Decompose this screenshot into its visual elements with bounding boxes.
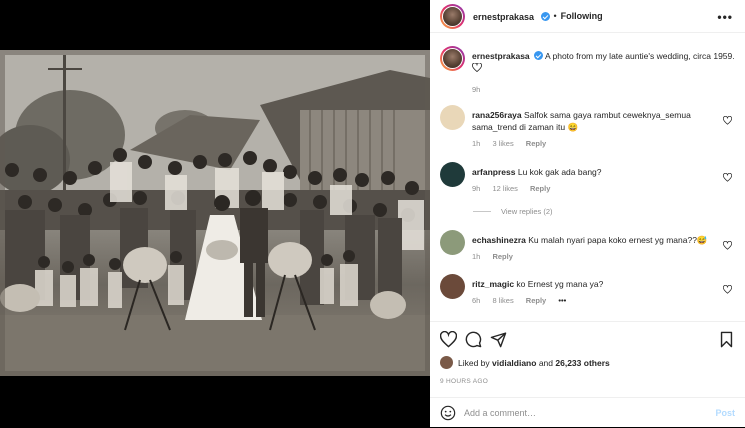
caption-avatar[interactable] bbox=[440, 46, 465, 71]
post-side-panel: ernestprakasa • Following ••• ernestprak… bbox=[430, 0, 745, 427]
comment-meta: 6h 8 likes Reply ••• bbox=[472, 295, 722, 307]
more-options-icon[interactable]: ••• bbox=[717, 10, 733, 24]
verified-badge-icon bbox=[540, 12, 550, 21]
liked-by-others[interactable]: 26,233 others bbox=[555, 358, 609, 368]
view-replies-label: View replies (2) bbox=[501, 207, 553, 216]
comment-time: 6h bbox=[472, 296, 481, 305]
like-comment-heart-icon[interactable] bbox=[723, 116, 732, 125]
caption-body: ernestprakasa A photo from my late aunti… bbox=[472, 50, 737, 96]
liked-by-user[interactable]: vidialdiano bbox=[492, 358, 536, 368]
post-timestamp[interactable]: 9 HOURS AGO bbox=[440, 378, 488, 385]
comment-icon[interactable] bbox=[465, 331, 482, 348]
comment-input[interactable] bbox=[464, 408, 684, 418]
commenter-avatar[interactable] bbox=[440, 105, 465, 130]
post-actions: Liked by vidialdiano and 26,233 others 9… bbox=[430, 321, 745, 427]
liked-by-and: and bbox=[538, 357, 554, 368]
author-name-wrap: ernestprakasa bbox=[473, 7, 550, 25]
comment-username[interactable]: echashinezra bbox=[472, 235, 526, 245]
comment-likes[interactable]: 12 likes bbox=[492, 184, 517, 193]
caption-meta: 9h bbox=[472, 84, 737, 96]
comment-body: ritz_magic ko Ernest yg mana ya? 6h 8 li… bbox=[472, 278, 722, 307]
post-comment-button[interactable]: Post bbox=[715, 408, 735, 418]
caption-username[interactable]: ernestprakasa bbox=[472, 51, 530, 61]
comment-username[interactable]: ritz_magic bbox=[472, 279, 514, 289]
comment-text: Lu kok gak ada bang? bbox=[517, 167, 602, 177]
header-separator: • bbox=[553, 11, 557, 21]
commenter-avatar[interactable] bbox=[440, 274, 465, 299]
heart-icon[interactable] bbox=[440, 331, 457, 348]
comment-body: echashinezra Ku malah nyari papa koko er… bbox=[472, 234, 722, 263]
reply-button[interactable]: Reply bbox=[530, 184, 550, 193]
comment-meta: 1h Reply bbox=[472, 251, 722, 263]
reply-button[interactable]: Reply bbox=[526, 296, 546, 305]
heart-outline-icon bbox=[472, 62, 482, 73]
comment-body: rana256raya Salfok sama gaya rambut cewe… bbox=[472, 109, 722, 150]
share-icon[interactable] bbox=[490, 331, 507, 348]
comment-username[interactable]: arfanpress bbox=[472, 167, 515, 177]
comment-time: 1h bbox=[472, 252, 481, 261]
comment-time: 9h bbox=[472, 184, 481, 193]
comment-meta: 1h 3 likes Reply bbox=[472, 138, 722, 150]
liked-by: Liked by vidialdiano and 26,233 others bbox=[440, 356, 610, 369]
comment-text: Ku malah nyari papa koko ernest yg mana?… bbox=[528, 235, 708, 245]
caption-time: 9h bbox=[472, 85, 481, 94]
caption-text: A photo from my late auntie's wedding, c… bbox=[544, 51, 735, 61]
comment-text: ko Ernest yg mana ya? bbox=[516, 279, 604, 289]
following-button[interactable]: Following bbox=[561, 11, 603, 21]
bookmark-icon[interactable] bbox=[718, 331, 735, 348]
comment-likes[interactable]: 8 likes bbox=[492, 296, 513, 305]
author-username[interactable]: ernestprakasa bbox=[473, 12, 534, 22]
comment-time: 1h bbox=[472, 139, 481, 148]
post-media bbox=[0, 0, 430, 427]
post-header: ernestprakasa • Following ••• bbox=[430, 0, 745, 33]
like-comment-heart-icon[interactable] bbox=[723, 285, 732, 294]
liked-by-avatar[interactable] bbox=[440, 356, 453, 369]
reply-button[interactable]: Reply bbox=[526, 139, 546, 148]
like-comment-heart-icon[interactable] bbox=[723, 241, 732, 250]
commenter-avatar[interactable] bbox=[440, 230, 465, 255]
wedding-photo-drawing bbox=[0, 50, 430, 376]
commenter-avatar[interactable] bbox=[440, 162, 465, 187]
comment-options-icon[interactable]: ••• bbox=[558, 296, 566, 305]
comment-username[interactable]: rana256raya bbox=[472, 110, 522, 120]
verified-badge-icon bbox=[534, 51, 544, 60]
comment-likes[interactable]: 3 likes bbox=[492, 139, 513, 148]
view-replies-line bbox=[473, 211, 491, 212]
like-comment-heart-icon[interactable] bbox=[723, 173, 732, 182]
view-replies-button[interactable]: View replies (2) bbox=[473, 207, 553, 216]
comment-meta: 9h 12 likes Reply bbox=[472, 183, 722, 195]
reply-button[interactable]: Reply bbox=[492, 252, 512, 261]
wedding-photo[interactable] bbox=[0, 50, 430, 376]
author-avatar[interactable] bbox=[440, 3, 465, 29]
add-comment-bar: Post bbox=[430, 397, 745, 428]
post-modal: ernestprakasa • Following ••• ernestprak… bbox=[0, 0, 745, 427]
smiley-icon[interactable] bbox=[440, 405, 456, 421]
comments-list[interactable]: ernestprakasa A photo from my late aunti… bbox=[430, 34, 745, 321]
liked-by-prefix: Liked by bbox=[458, 357, 490, 368]
comment-body: arfanpress Lu kok gak ada bang? 9h 12 li… bbox=[472, 166, 722, 195]
